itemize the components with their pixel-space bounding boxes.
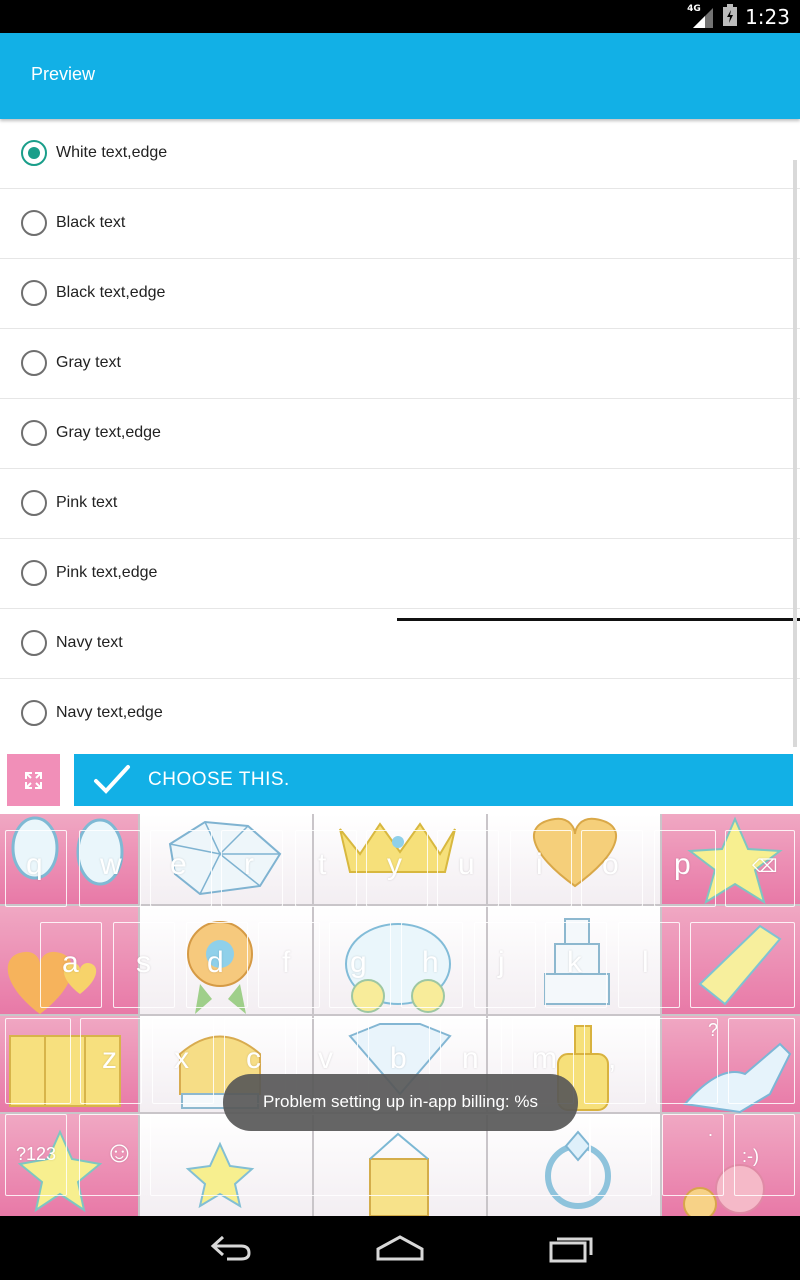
option-label: Gray text bbox=[56, 354, 121, 371]
option-black-text[interactable]: Black text bbox=[0, 189, 800, 259]
network-type: 4G bbox=[687, 3, 701, 14]
divider-line bbox=[397, 618, 800, 621]
recents-button[interactable] bbox=[540, 1230, 600, 1266]
radio-button-checked[interactable] bbox=[21, 140, 47, 166]
option-black-text-edge[interactable]: Black text,edge bbox=[0, 259, 800, 329]
key-label: v bbox=[318, 1042, 333, 1075]
option-navy-text-edge[interactable]: Navy text,edge bbox=[0, 679, 800, 747]
key-label: s bbox=[136, 946, 151, 979]
key-label: k bbox=[567, 946, 582, 979]
key-label: ? bbox=[708, 1020, 719, 1040]
key-period-2[interactable] bbox=[590, 1114, 652, 1196]
key-label: j bbox=[498, 946, 505, 979]
key-dot[interactable] bbox=[662, 1114, 724, 1196]
home-button[interactable] bbox=[370, 1230, 430, 1266]
key-label: y bbox=[387, 848, 402, 881]
key-label: ?123 bbox=[16, 1144, 57, 1164]
key-label: n bbox=[462, 1042, 479, 1075]
radio-button[interactable] bbox=[21, 210, 47, 236]
radio-button[interactable] bbox=[21, 700, 47, 726]
action-row: CHOOSE THIS. bbox=[0, 747, 800, 814]
app-bar: Preview bbox=[0, 33, 800, 119]
toast-message: Problem setting up in-app billing: %s bbox=[263, 1092, 538, 1111]
key-enter[interactable] bbox=[690, 922, 795, 1008]
key-label: t bbox=[318, 848, 327, 881]
emoji-icon: ☺ bbox=[104, 1136, 135, 1169]
toast: Problem setting up in-app billing: %s bbox=[223, 1074, 578, 1131]
option-pink-text-edge[interactable]: Pink text,edge bbox=[0, 539, 800, 609]
option-label: Navy text,edge bbox=[56, 704, 163, 721]
recents-icon bbox=[549, 1237, 593, 1263]
key-label: f bbox=[282, 946, 291, 979]
key-shift-right[interactable] bbox=[728, 1018, 795, 1104]
key-label: x bbox=[174, 1042, 189, 1075]
key-label: w bbox=[100, 848, 122, 881]
keyboard-preview: q w e r t y u i o p ⌫ a s d f g h j k l … bbox=[0, 814, 800, 1216]
radio-button[interactable] bbox=[21, 630, 47, 656]
option-gray-text[interactable]: Gray text bbox=[0, 329, 800, 399]
choose-this-button[interactable]: CHOOSE THIS. bbox=[74, 754, 793, 806]
expand-icon bbox=[25, 772, 42, 789]
signal-icon: 4G bbox=[687, 4, 715, 28]
key-j[interactable] bbox=[474, 922, 536, 1008]
option-label: White text,edge bbox=[56, 144, 168, 161]
option-label: Pink text,edge bbox=[56, 564, 158, 581]
key-label: m bbox=[532, 1042, 557, 1075]
key-label: z bbox=[102, 1042, 117, 1075]
choose-this-label: CHOOSE THIS. bbox=[148, 769, 290, 790]
radio-button[interactable] bbox=[21, 420, 47, 446]
key-label: u bbox=[458, 848, 475, 881]
option-pink-text[interactable]: Pink text bbox=[0, 469, 800, 539]
radio-button[interactable] bbox=[21, 350, 47, 376]
key-label: . bbox=[708, 1120, 714, 1140]
battery-icon bbox=[723, 3, 738, 30]
option-label: Gray text,edge bbox=[56, 424, 161, 441]
key-label: i bbox=[536, 848, 543, 881]
key-label: q bbox=[26, 848, 43, 881]
key-label: e bbox=[170, 848, 187, 881]
radio-button[interactable] bbox=[21, 490, 47, 516]
radio-button[interactable] bbox=[21, 560, 47, 586]
key-label: r bbox=[244, 848, 254, 881]
key-label: h bbox=[422, 946, 439, 979]
key-shift[interactable] bbox=[5, 1018, 71, 1104]
page-title: Preview bbox=[31, 64, 96, 84]
key-label: b bbox=[390, 1042, 407, 1075]
key-label: p bbox=[674, 848, 691, 881]
status-bar: 4G 1:23 bbox=[0, 0, 800, 33]
option-label: Pink text bbox=[56, 494, 118, 511]
option-label: Black text,edge bbox=[56, 284, 166, 301]
back-icon bbox=[210, 1235, 251, 1261]
key-label: d bbox=[207, 946, 224, 979]
delete-icon: ⌫ bbox=[752, 856, 778, 876]
text-style-options: White text,edge Black text Black text,ed… bbox=[0, 119, 800, 747]
key-label: , bbox=[608, 1042, 617, 1075]
radio-button[interactable] bbox=[21, 280, 47, 306]
key-label: c bbox=[246, 1042, 261, 1075]
back-button[interactable] bbox=[200, 1230, 260, 1266]
key-label: a bbox=[62, 946, 79, 979]
key-l[interactable] bbox=[618, 922, 680, 1008]
key-label: g bbox=[350, 946, 367, 979]
navigation-bar bbox=[0, 1216, 800, 1280]
option-gray-text-edge[interactable]: Gray text,edge bbox=[0, 399, 800, 469]
expand-button[interactable] bbox=[7, 754, 60, 806]
home-icon bbox=[376, 1235, 424, 1261]
key-label: l bbox=[642, 946, 649, 979]
option-white-text-edge[interactable]: White text,edge bbox=[0, 119, 800, 189]
scrollbar[interactable] bbox=[793, 160, 797, 770]
option-label: Black text bbox=[56, 214, 126, 231]
option-label: Navy text bbox=[56, 634, 123, 651]
key-label: :-) bbox=[742, 1146, 759, 1166]
check-icon bbox=[94, 765, 130, 794]
key-label: o bbox=[602, 848, 619, 881]
status-time: 1:23 bbox=[745, 4, 790, 29]
